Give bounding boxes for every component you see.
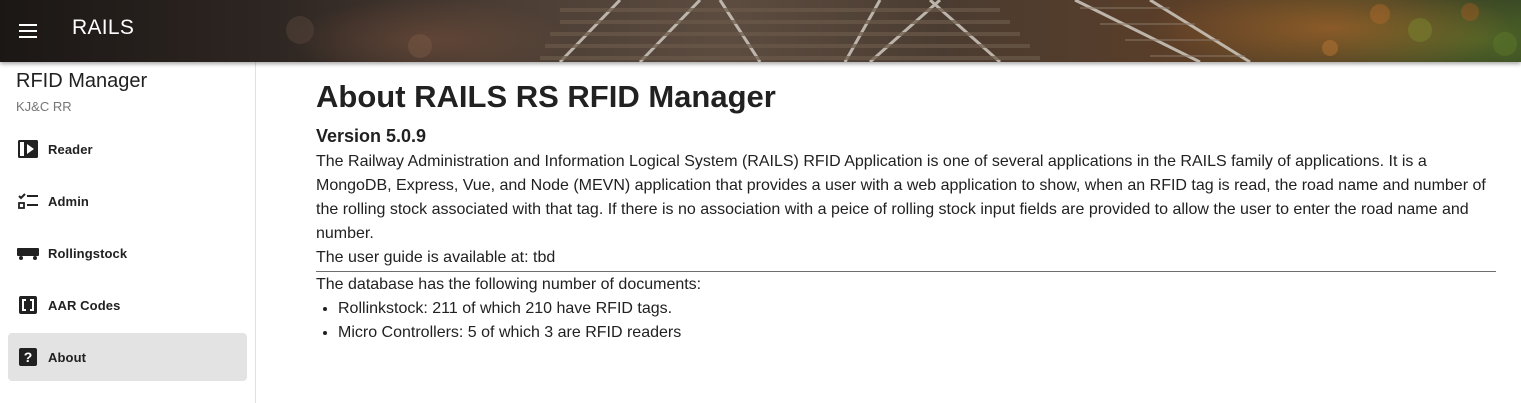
list-item-rollingstock-count: Rollinkstock: 211 of which 210 have RFID… (338, 297, 1496, 321)
nav-item-admin[interactable]: Admin (8, 177, 247, 225)
nav-label-rollingstock: Rollingstock (48, 245, 128, 261)
divider (316, 271, 1496, 272)
list-item-microcontroller-count: Micro Controllers: 5 of which 3 are RFID… (338, 321, 1496, 345)
nav-item-rollingstock[interactable]: Rollingstock (8, 229, 247, 277)
navigation-drawer: RFID Manager KJ&C RR Reader Admin Rollin… (0, 62, 256, 403)
app-title: RAILS (72, 16, 135, 39)
database-heading: The database has the following number of… (316, 276, 702, 293)
code-brackets-icon (16, 293, 40, 317)
user-guide-text: The user guide is available at: tbd (316, 249, 556, 266)
version-label: Version 5.0.9 (316, 126, 427, 146)
nav-item-reader[interactable]: Reader (8, 125, 247, 173)
database-stats-list: Rollinkstock: 211 of which 210 have RFID… (316, 297, 1496, 345)
help-icon: ? (16, 345, 40, 369)
nav-label-admin: Admin (48, 193, 89, 209)
about-content: About RAILS RS RFID Manager Version 5.0.… (316, 62, 1496, 345)
app-bar: RAILS (0, 0, 1521, 62)
app-description: The Railway Administration and Informati… (316, 153, 1486, 242)
nav-label-about: About (48, 349, 87, 365)
drawer-title: RFID Manager (16, 70, 148, 92)
svg-text:?: ? (24, 349, 33, 365)
menu-button[interactable] (10, 13, 46, 49)
nav-item-aar-codes[interactable]: AAR Codes (8, 281, 247, 329)
nav-label-reader: Reader (48, 141, 93, 157)
checklist-icon (16, 189, 40, 213)
nav-label-aar-codes: AAR Codes (48, 297, 121, 313)
nav-item-about[interactable]: ? About (8, 333, 247, 381)
menu-icon (19, 24, 37, 38)
page-title: About RAILS RS RFID Manager (316, 79, 776, 114)
railroad-tracks-banner (286, 0, 1517, 62)
reader-icon (16, 137, 40, 161)
railcar-icon (16, 241, 40, 265)
drawer-subtitle: KJ&C RR (16, 99, 72, 114)
